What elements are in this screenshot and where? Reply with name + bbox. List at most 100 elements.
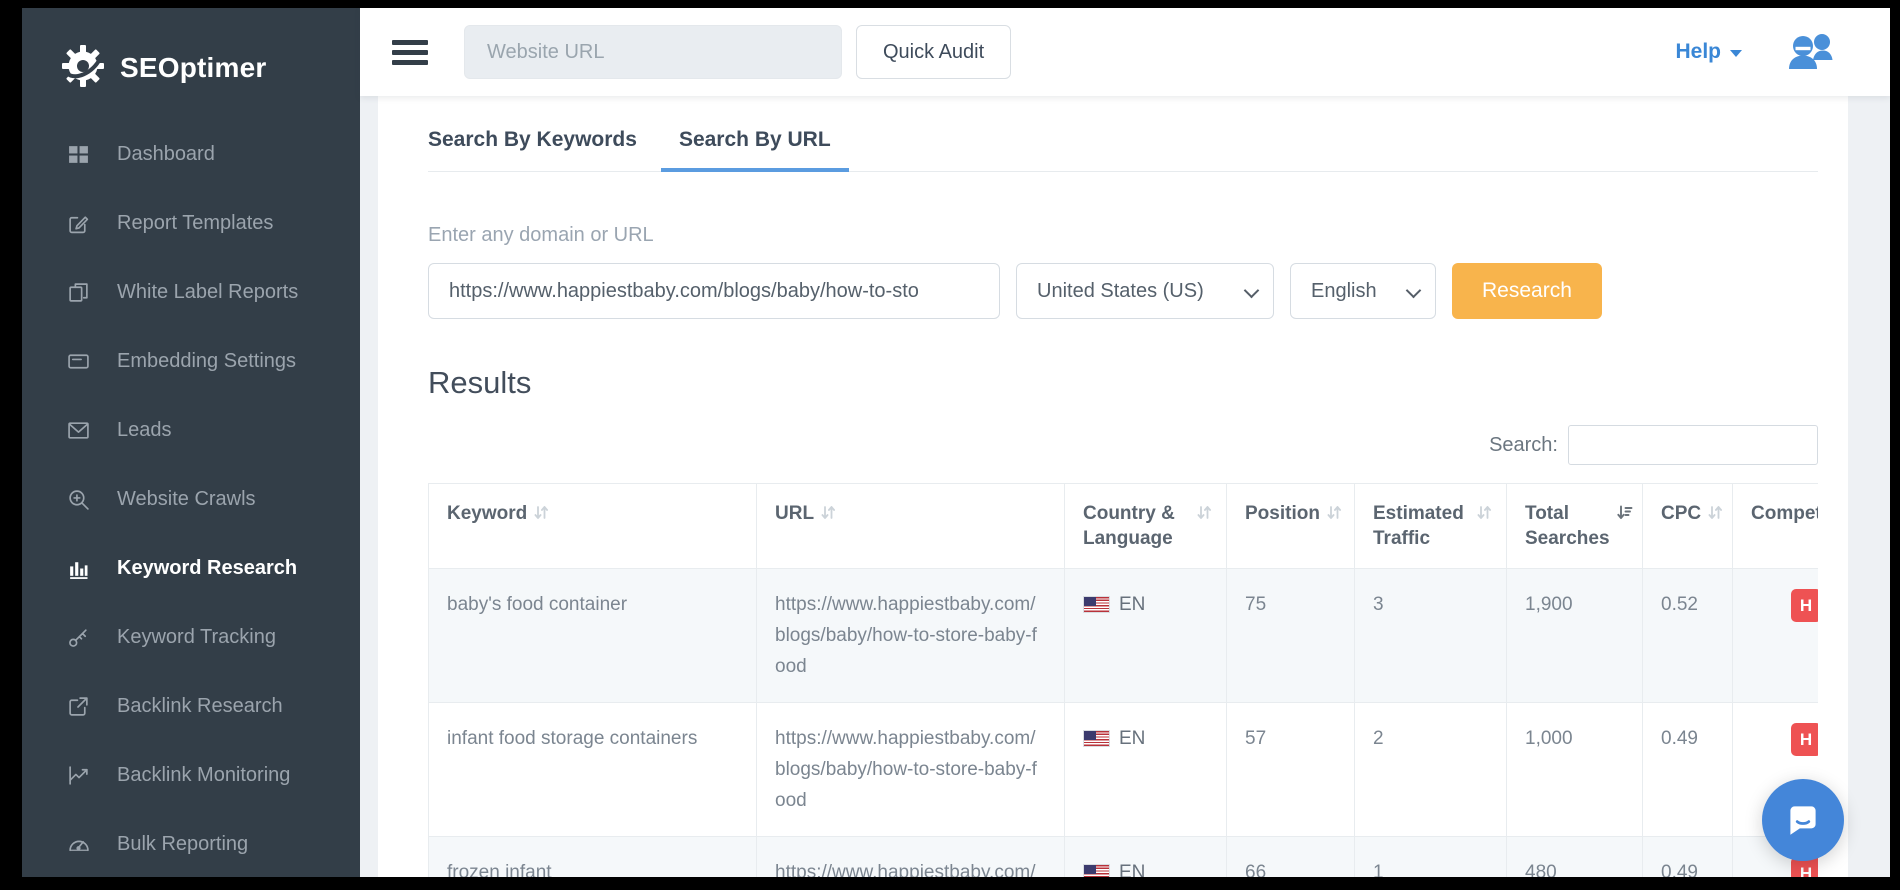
report-templates-icon xyxy=(66,212,90,236)
sort-icon[interactable] xyxy=(1707,503,1723,528)
table-row: infant food storage containershttps://ww… xyxy=(429,703,1819,837)
backlink-research-icon xyxy=(66,695,90,719)
brand-name: SEOptimer xyxy=(120,52,267,84)
keyword-cell: frozen infant xyxy=(429,837,757,878)
tab-search-by-keywords[interactable]: Search By Keywords xyxy=(428,116,655,172)
country-language-cell: EN xyxy=(1065,569,1227,703)
language-selected-value: English xyxy=(1311,280,1377,303)
sidebar-item-report-templates[interactable]: Report Templates xyxy=(22,189,360,258)
column-header-competition[interactable]: Competition xyxy=(1733,484,1819,569)
search-form-row: United States (US) English Research xyxy=(428,263,1818,319)
competition-cell: H xyxy=(1733,569,1819,703)
white-label-reports-icon xyxy=(66,281,90,305)
estimated-traffic-cell: 3 xyxy=(1355,569,1507,703)
sidebar-menu: Dashboard Report TemplatesWhite Label Rep… xyxy=(22,120,360,877)
sidebar-item-bulk-reporting[interactable]: Bulk Reporting xyxy=(22,810,360,877)
sort-icon[interactable] xyxy=(1476,503,1492,551)
results-heading: Results xyxy=(428,365,1818,401)
sort-descending-icon[interactable] xyxy=(1616,503,1633,551)
sidebar-item-label: Website Crawls xyxy=(117,488,256,511)
column-header-total-searches[interactable]: Total Searches xyxy=(1507,484,1643,569)
column-label: Country & Language xyxy=(1083,501,1190,551)
sidebar-item-keyword-tracking[interactable]: Keyword Tracking xyxy=(22,603,360,672)
column-label: Estimated Traffic xyxy=(1373,501,1470,551)
sort-icon[interactable] xyxy=(1196,503,1212,551)
account-users-icon[interactable] xyxy=(1786,33,1834,71)
sort-icon[interactable] xyxy=(1326,503,1342,528)
sidebar-item-label: Keyword Tracking xyxy=(117,626,276,649)
language-code: EN xyxy=(1119,723,1145,754)
brand-logo[interactable]: SEOptimer xyxy=(22,8,360,104)
sidebar-item-website-crawls[interactable]: Website Crawls xyxy=(22,465,360,534)
sidebar-item-label: Dashboard xyxy=(117,143,215,166)
backlink-monitoring-icon xyxy=(66,764,90,788)
column-header-url[interactable]: URL xyxy=(757,484,1065,569)
topbar-website-url-input[interactable] xyxy=(464,25,842,79)
domain-url-input[interactable] xyxy=(428,263,1000,319)
results-table: Keyword URL Country & Language Position Esti… xyxy=(428,483,1818,877)
country-language: EN xyxy=(1083,589,1208,620)
sidebar-item-label: Keyword Research xyxy=(117,557,297,580)
cpc-cell: 0.49 xyxy=(1643,703,1733,837)
dashboard-icon xyxy=(66,143,90,167)
column-header-position[interactable]: Position xyxy=(1227,484,1355,569)
chevron-down-icon xyxy=(1406,283,1422,299)
domain-field-label: Enter any domain or URL xyxy=(428,224,1818,247)
country-language: EN xyxy=(1083,857,1208,877)
table-search-label: Search: xyxy=(1489,434,1558,457)
column-header-country-language[interactable]: Country & Language xyxy=(1065,484,1227,569)
sidebar-item-label: Backlink Monitoring xyxy=(117,764,290,787)
sidebar-item-embedding-settings[interactable]: Embedding Settings xyxy=(22,327,360,396)
cpc-cell: 0.49 xyxy=(1643,837,1733,878)
tab-search-by-url[interactable]: Search By URL xyxy=(661,116,849,172)
country-language-cell: EN xyxy=(1065,837,1227,878)
column-label: URL xyxy=(775,501,814,528)
sidebar-item-white-label-reports[interactable]: White Label Reports xyxy=(22,258,360,327)
leads-icon xyxy=(66,419,90,443)
us-flag xyxy=(1083,864,1110,877)
sort-icon[interactable] xyxy=(533,503,549,528)
results-table-container: Keyword URL Country & Language Position Esti… xyxy=(428,483,1818,877)
url-cell: https://www.happiestbaby.com/blogs/baby/… xyxy=(757,837,1065,878)
country-selected-value: United States (US) xyxy=(1037,280,1204,303)
column-label: Total Searches xyxy=(1525,501,1610,551)
sidebar-item-dashboard[interactable]: Dashboard xyxy=(22,120,360,189)
screenshot-frame: SEOptimer Dashboard Report TemplatesWhite… xyxy=(0,0,1900,890)
sidebar-item-backlink-research[interactable]: Backlink Research xyxy=(22,672,360,741)
sidebar: SEOptimer Dashboard Report TemplatesWhite… xyxy=(22,8,360,877)
url-cell: https://www.happiestbaby.com/blogs/baby/… xyxy=(757,569,1065,703)
sidebar-item-keyword-research[interactable]: Keyword Research xyxy=(22,534,360,603)
keyword-tracking-icon xyxy=(66,626,90,650)
cpc-cell: 0.52 xyxy=(1643,569,1733,703)
content-card: Search By Keywords Search By URL Enter a… xyxy=(378,96,1848,877)
total-searches-cell: 480 xyxy=(1507,837,1643,878)
seoptimer-gear-icon xyxy=(60,43,106,94)
competition-high-badge: H xyxy=(1791,589,1818,622)
position-cell: 57 xyxy=(1227,703,1355,837)
help-dropdown[interactable]: Help xyxy=(1675,40,1742,64)
sidebar-item-backlink-monitoring[interactable]: Backlink Monitoring xyxy=(22,741,360,810)
hamburger-menu-icon[interactable] xyxy=(392,35,428,70)
column-header-keyword[interactable]: Keyword xyxy=(429,484,757,569)
us-flag xyxy=(1083,730,1110,747)
topbar: Quick Audit Help xyxy=(360,8,1890,96)
language-select[interactable]: English xyxy=(1290,263,1436,319)
research-button[interactable]: Research xyxy=(1452,263,1602,319)
sort-icon[interactable] xyxy=(820,503,836,528)
table-search-input[interactable] xyxy=(1568,425,1818,465)
country-select[interactable]: United States (US) xyxy=(1016,263,1274,319)
results-table-header-row: Keyword URL Country & Language Position Esti… xyxy=(429,484,1819,569)
competition-high-badge: H xyxy=(1791,723,1818,756)
quick-audit-button[interactable]: Quick Audit xyxy=(856,25,1011,79)
country-language: EN xyxy=(1083,723,1208,754)
column-header-cpc[interactable]: CPC xyxy=(1643,484,1733,569)
page-background: Search By Keywords Search By URL Enter a… xyxy=(360,96,1890,877)
column-header-estimated-traffic[interactable]: Estimated Traffic xyxy=(1355,484,1507,569)
embedding-settings-icon xyxy=(66,350,90,374)
total-searches-cell: 1,900 xyxy=(1507,569,1643,703)
sidebar-item-label: Bulk Reporting xyxy=(117,833,248,856)
chevron-down-icon xyxy=(1244,283,1260,299)
chat-bubble-icon xyxy=(1782,799,1824,841)
sidebar-item-leads[interactable]: Leads xyxy=(22,396,360,465)
chat-widget-button[interactable] xyxy=(1762,779,1844,861)
